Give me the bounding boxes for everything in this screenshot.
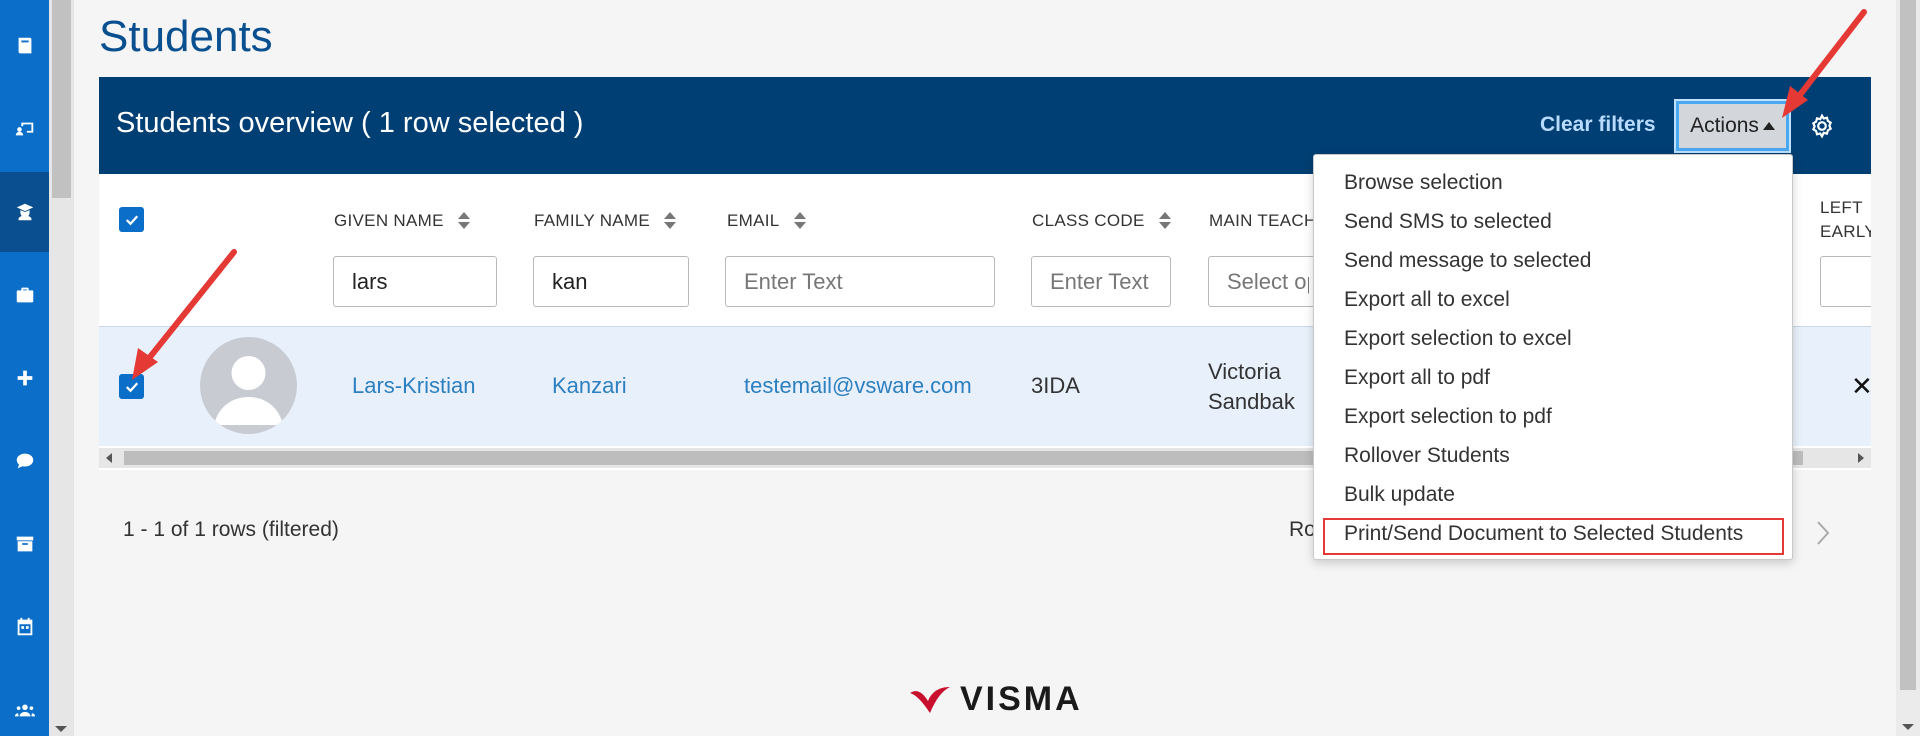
book-icon (18, 37, 31, 54)
column-label: MAIN TEACH (1209, 211, 1317, 230)
nav-item-book[interactable] (0, 6, 49, 86)
actions-menu: Browse selection Send SMS to selected Se… (1313, 154, 1793, 560)
class-code-cell: 3IDA (1031, 373, 1080, 398)
page-title: Students (99, 12, 273, 61)
column-label: CLASS CODE (1032, 211, 1145, 230)
rows-info: 1 - 1 of 1 rows (filtered) (123, 518, 339, 541)
avatar (200, 337, 297, 434)
scroll-down-arrow-icon[interactable] (1902, 724, 1914, 730)
column-label: EMAIL (727, 211, 780, 230)
page-scrollbar[interactable] (1896, 0, 1920, 736)
given-name-cell[interactable]: Lars-Kristian (352, 373, 475, 399)
chat-icon (16, 453, 33, 469)
sidebar-scroll-thumb[interactable] (52, 0, 71, 198)
class-code-filter-input[interactable] (1031, 256, 1171, 307)
sort-icon[interactable] (793, 212, 806, 230)
select-all-checkbox[interactable] (119, 207, 144, 232)
caret-up-icon (1762, 122, 1775, 130)
menu-item-rollover-students[interactable]: Rollover Students (1344, 444, 1510, 468)
column-label: GIVEN NAME (334, 211, 444, 230)
nav-item-archive[interactable] (0, 504, 49, 584)
nav-item-users[interactable] (0, 670, 49, 736)
family-name-cell[interactable]: Kanzari (552, 373, 627, 399)
checkmark-icon (125, 214, 138, 225)
main-teacher-filter-select[interactable] (1208, 256, 1328, 307)
scroll-down-arrow-icon[interactable] (55, 726, 67, 732)
menu-item-export-selection-excel[interactable]: Export selection to excel (1344, 327, 1572, 351)
column-header-left-early[interactable]: LEFT EARLY (1820, 196, 1871, 244)
column-header-given-name[interactable]: GIVEN NAME (334, 211, 470, 231)
menu-item-send-sms[interactable]: Send SMS to selected (1344, 210, 1552, 234)
menu-item-export-all-pdf[interactable]: Export all to pdf (1344, 366, 1490, 390)
nav-item-briefcase[interactable] (0, 255, 49, 335)
menu-item-export-all-excel[interactable]: Export all to excel (1344, 288, 1510, 312)
scroll-right-arrow-icon[interactable] (1858, 453, 1864, 463)
column-header-family-name[interactable]: FAMILY NAME (534, 211, 677, 231)
checkmark-icon (125, 381, 138, 392)
menu-item-bulk-update[interactable]: Bulk update (1344, 483, 1455, 507)
menu-item-print-send-document[interactable]: Print/Send Document to Selected Students (1344, 522, 1743, 546)
sort-icon[interactable] (1158, 212, 1171, 230)
student-icon (16, 203, 33, 221)
visma-swoosh-icon (910, 686, 950, 713)
briefcase-icon (16, 287, 33, 303)
plus-icon (17, 370, 32, 386)
teacher-board-icon (15, 122, 33, 136)
user-placeholder-icon (214, 356, 283, 425)
email-cell[interactable]: testemail@vsware.com (744, 373, 972, 399)
row-select-checkbox[interactable] (119, 374, 144, 399)
nav-item-add[interactable] (0, 338, 49, 418)
overview-title: Students overview ( 1 row selected ) (116, 107, 584, 139)
actions-label: Actions (1690, 114, 1759, 137)
gear-icon (1811, 113, 1833, 139)
sidebar-scrollbar[interactable] (49, 0, 74, 736)
next-page-button[interactable] (1816, 520, 1830, 546)
left-early-close-icon: ✕ (1851, 371, 1871, 401)
scroll-left-arrow-icon[interactable] (106, 453, 112, 463)
nav-item-students[interactable] (0, 172, 49, 252)
menu-item-send-message[interactable]: Send message to selected (1344, 249, 1592, 273)
left-nav (0, 0, 49, 736)
nav-item-teacher[interactable] (0, 89, 49, 169)
visma-logo: VISMA (908, 680, 1083, 719)
clear-filters-link[interactable]: Clear filters (1540, 113, 1656, 137)
sort-icon[interactable] (664, 212, 677, 230)
column-label: LEFT (1820, 198, 1863, 217)
column-label: EARLY (1820, 222, 1871, 241)
chevron-right-icon (1817, 521, 1830, 545)
given-name-filter-input[interactable] (333, 256, 497, 307)
calendar-icon (17, 617, 32, 636)
column-header-main-teacher[interactable]: MAIN TEACH (1209, 211, 1317, 231)
archive-icon (16, 536, 33, 552)
column-header-email[interactable]: EMAIL (727, 211, 806, 231)
menu-item-browse-selection[interactable]: Browse selection (1344, 171, 1503, 195)
main-teacher-cell-line2: Sandbak (1208, 389, 1295, 414)
email-filter-input[interactable] (725, 256, 995, 307)
page-scroll-thumb[interactable] (1900, 0, 1916, 690)
left-early-filter-select[interactable] (1820, 256, 1871, 307)
sort-icon[interactable] (457, 212, 470, 230)
settings-button[interactable] (1809, 113, 1835, 139)
users-icon (14, 704, 35, 717)
actions-button[interactable]: Actions (1676, 101, 1789, 151)
column-label: FAMILY NAME (534, 211, 651, 230)
column-header-class-code[interactable]: CLASS CODE (1032, 211, 1171, 231)
rows-per-page-label: Ro (1289, 518, 1316, 541)
main-teacher-cell-line1: Victoria (1208, 359, 1281, 384)
family-name-filter-input[interactable] (533, 256, 689, 307)
menu-item-export-selection-pdf[interactable]: Export selection to pdf (1344, 405, 1552, 429)
nav-item-calendar[interactable] (0, 587, 49, 667)
logo-text: VISMA (960, 680, 1083, 718)
nav-item-chat[interactable] (0, 421, 49, 501)
